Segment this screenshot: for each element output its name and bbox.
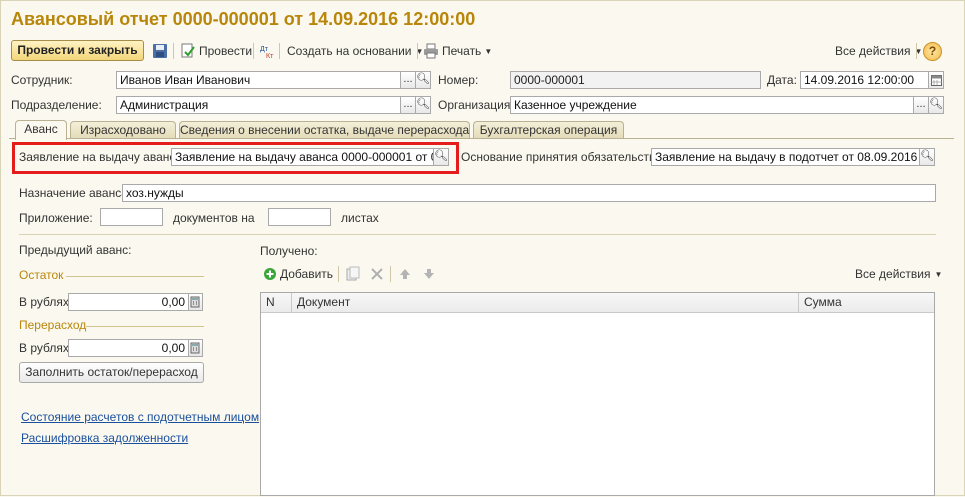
employee-select-button[interactable]: ...: [401, 71, 416, 89]
department-field[interactable]: Администрация: [116, 96, 401, 114]
toolbar-separator: [253, 43, 254, 59]
create-based-on-label: Создать на основании: [287, 44, 412, 58]
toolbar-separator: [390, 266, 391, 282]
overrun-rub-label: В рублях:: [19, 341, 73, 355]
dropdown-arrow-icon: ▼: [934, 269, 943, 279]
balance-group-title: Остаток: [19, 268, 64, 282]
tab-advance[interactable]: Аванс: [15, 120, 67, 140]
toolbar-separator: [279, 43, 280, 59]
add-button-label: Добавить: [280, 267, 334, 281]
organization-label: Организация:: [438, 98, 514, 112]
post-and-close-button[interactable]: Провести и закрыть: [11, 40, 144, 61]
attachment-label: Приложение:: [19, 211, 93, 225]
section-divider: [19, 234, 936, 235]
column-header-document[interactable]: Документ: [292, 293, 799, 313]
number-field[interactable]: 0000-000001: [510, 71, 761, 89]
received-title: Получено:: [260, 244, 318, 258]
toolbar-separator: [338, 266, 339, 282]
overrun-group-title: Перерасход: [19, 318, 87, 332]
print-label: Печать: [442, 44, 482, 58]
settlements-status-link[interactable]: Состояние расчетов с подотчетным лицом: [21, 409, 259, 425]
employee-field[interactable]: Иванов Иван Иванович: [116, 71, 401, 89]
balance-rub-field[interactable]: 0,00: [68, 293, 189, 311]
floppy-disk-icon[interactable]: [152, 43, 168, 59]
add-button[interactable]: Добавить: [263, 266, 333, 282]
received-all-actions-label: Все действия: [855, 267, 931, 281]
add-icon: [263, 267, 277, 281]
column-header-sum[interactable]: Сумма: [799, 293, 934, 313]
employee-search-icon[interactable]: 🔍︎: [416, 71, 431, 89]
tab-accounting-operation[interactable]: Бухгалтерская операция: [473, 121, 624, 139]
date-field[interactable]: 14.09.2016 12:00:00: [800, 71, 929, 89]
svg-text:Кт: Кт: [266, 53, 274, 59]
toolbar-separator: [173, 43, 174, 59]
move-down-icon[interactable]: [422, 267, 436, 281]
calculator-icon[interactable]: [189, 339, 203, 357]
dropdown-arrow-icon: ▼: [484, 46, 493, 56]
obligation-basis-field[interactable]: Заявление на выдачу в подотчет от 08.09.…: [651, 148, 920, 166]
delete-icon[interactable]: [370, 267, 384, 281]
attachment-sheets-field[interactable]: [268, 208, 331, 226]
post-button[interactable]: Провести: [180, 43, 252, 59]
calculator-icon[interactable]: [189, 293, 203, 311]
tab-spent[interactable]: Израсходовано: [70, 121, 176, 139]
received-all-actions-menu[interactable]: Все действия ▼: [855, 266, 942, 282]
previous-advance-title: Предыдущий аванс:: [19, 243, 132, 257]
dt-kt-icon[interactable]: Дт Кт: [259, 43, 275, 60]
purpose-label: Назначение аванса:: [19, 186, 132, 200]
svg-text:Дт: Дт: [260, 46, 269, 53]
overrun-group-line: [86, 326, 204, 327]
toolbar-separator: [916, 43, 917, 59]
overrun-rub-field[interactable]: 0,00: [68, 339, 189, 357]
employee-label: Сотрудник:: [11, 73, 73, 87]
organization-field[interactable]: Казенное учреждение: [510, 96, 914, 114]
highlight-frame: [12, 142, 459, 174]
all-actions-menu[interactable]: Все действия ▼: [835, 43, 922, 59]
calendar-icon[interactable]: [929, 71, 944, 89]
attachment-docs-field[interactable]: [100, 208, 163, 226]
create-based-on-menu[interactable]: Создать на основании ▼: [287, 43, 423, 59]
received-table[interactable]: N Документ Сумма: [260, 292, 935, 496]
department-select-button[interactable]: ...: [401, 96, 416, 114]
help-icon[interactable]: ?: [923, 42, 942, 61]
column-header-n[interactable]: N: [261, 293, 292, 313]
tab-balance-info[interactable]: Сведения о внесении остатка, выдаче пере…: [179, 121, 470, 139]
fill-balance-overrun-button[interactable]: Заполнить остаток/перерасход: [19, 362, 204, 383]
post-document-icon: [180, 43, 196, 59]
balance-rub-label: В рублях:: [19, 295, 73, 309]
toolbar-separator: [417, 43, 418, 59]
print-menu[interactable]: Печать ▼: [423, 43, 492, 59]
purpose-field[interactable]: хоз.нужды: [122, 184, 936, 202]
obligation-basis-search-icon[interactable]: 🔍︎: [920, 148, 935, 166]
organization-search-icon[interactable]: 🔍︎: [929, 96, 944, 114]
department-label: Подразделение:: [11, 98, 102, 112]
printer-icon: [423, 43, 439, 59]
documents-on-label: документов на: [173, 211, 255, 225]
debt-breakdown-link[interactable]: Расшифровка задолженности: [21, 430, 188, 446]
balance-group-line: [66, 276, 204, 277]
organization-select-button[interactable]: ...: [914, 96, 929, 114]
window-title: Авансовый отчет 0000-000001 от 14.09.201…: [11, 9, 476, 29]
date-label: Дата:: [767, 73, 797, 87]
move-up-icon[interactable]: [398, 267, 412, 281]
number-label: Номер:: [438, 73, 479, 87]
obligation-basis-label: Основание принятия обязательства:: [461, 150, 666, 164]
post-button-label: Провести: [199, 44, 253, 58]
all-actions-label: Все действия: [835, 44, 911, 58]
copy-icon[interactable]: [346, 266, 360, 282]
sheets-label: листах: [341, 211, 379, 225]
department-search-icon[interactable]: 🔍︎: [416, 96, 431, 114]
